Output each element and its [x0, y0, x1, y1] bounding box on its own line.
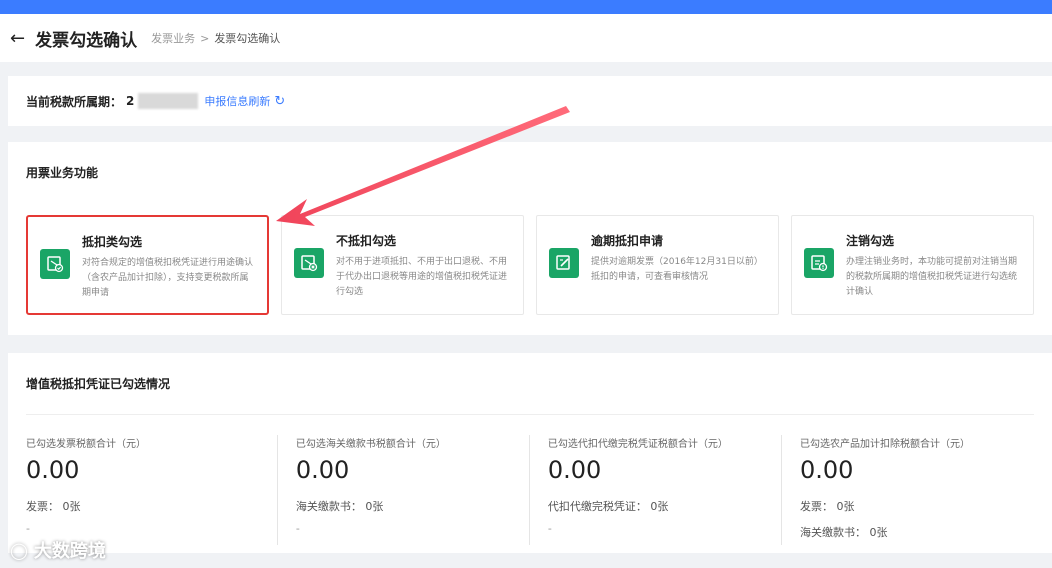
watermark-logo-icon: ◯ — [10, 540, 28, 560]
stat-count: 发票： 0张 — [799, 500, 855, 513]
card-overdue-deduction[interactable]: 逾期抵扣申请 提供对逾期发票（2016年12月31日以前）抵扣的申请，可查看审核… — [536, 215, 780, 315]
card-title: 抵扣类勾选 — [82, 235, 143, 249]
function-cards: 抵扣类勾选 对符合规定的增值税扣税凭证进行用途确认（含农产品加计扣除），支持变更… — [26, 215, 1035, 315]
watermark: ◯ 大数跨境 — [10, 537, 106, 563]
breadcrumb-item-invoice-business[interactable]: 发票业务 — [151, 30, 195, 46]
card-description: 对符合规定的增值税扣税凭证进行用途确认（含农产品加计扣除），支持变更税款所属期申… — [82, 258, 254, 298]
card-description: 办理注销业务时，本功能可提前对注销当期的税款所属期的增值税扣税凭证进行勾选统计确… — [846, 257, 1018, 297]
stat-label: 已勾选发票税额合计（元） — [26, 439, 146, 450]
card-cancellation-selection[interactable]: 注销勾选 办理注销业务时，本功能可提前对注销当期的税款所属期的增值税扣税凭证进行… — [791, 215, 1035, 315]
card-non-deductible-selection[interactable]: 不抵扣勾选 对不用于进项抵扣、不用于出口退税、不用于代办出口退税等用途的增值税扣… — [281, 215, 525, 315]
refresh-declaration-label: 申报信息刷新 — [204, 95, 271, 108]
page-header: ← 发票勾选确认 发票业务 > 发票勾选确认 — [0, 14, 1052, 62]
stat-withholding-tax: 已勾选代扣代缴完税凭证税额合计（元） 0.00 代扣代缴完税凭证： 0张 - — [530, 435, 782, 545]
selection-stats-panel: 增值税抵扣凭证已勾选情况 已勾选发票税额合计（元） 0.00 发票： 0张 - … — [8, 353, 1052, 553]
back-arrow-icon[interactable]: ← — [10, 28, 25, 49]
tax-period-panel: 当前税款所属期： 2 申报信息刷新 ↻ — [8, 76, 1052, 126]
non-deductible-icon — [294, 248, 325, 278]
card-title: 不抵扣勾选 — [336, 234, 397, 248]
stat-count: 海关缴款书： 0张 — [799, 526, 888, 539]
functions-title: 用票业务功能 — [26, 166, 99, 180]
cancel-document-icon — [804, 248, 835, 278]
edit-document-icon — [549, 248, 580, 278]
watermark-text: 大数跨境 — [33, 541, 106, 562]
stat-invoice-tax: 已勾选发票税额合计（元） 0.00 发票： 0张 - — [26, 435, 278, 545]
stat-count: 发票： 0张 — [26, 500, 81, 513]
stats-title: 增值税抵扣凭证已勾选情况 — [26, 353, 1034, 415]
stats-row: 已勾选发票税额合计（元） 0.00 发票： 0张 - 已勾选海关缴款书税额合计（… — [26, 435, 1034, 545]
stat-dash: - — [547, 522, 552, 535]
refresh-declaration-link[interactable]: 申报信息刷新 ↻ — [204, 93, 285, 109]
stat-label: 已勾选代扣代缴完税凭证税额合计（元） — [547, 439, 728, 450]
stat-customs-tax: 已勾选海关缴款书税额合计（元） 0.00 海关缴款书： 0张 - — [278, 435, 530, 545]
breadcrumb-separator: > — [200, 31, 210, 45]
deductible-check-icon — [40, 249, 70, 279]
stat-value: 0.00 — [547, 456, 602, 484]
stat-count: 海关缴款书： 0张 — [295, 500, 384, 513]
card-title: 逾期抵扣申请 — [591, 234, 664, 248]
top-bar — [0, 0, 1052, 14]
card-description: 提供对逾期发票（2016年12月31日以前）抵扣的申请，可查看审核情况 — [591, 257, 763, 282]
stat-value: 0.00 — [295, 456, 350, 484]
breadcrumb-item-current: 发票勾选确认 — [214, 32, 281, 45]
stat-value: 0.00 — [26, 456, 80, 484]
tax-period-redacted — [138, 93, 199, 109]
functions-panel: 用票业务功能 抵扣类勾选 对符合规定的增值税扣税凭证进行用途确认（含农产品加计扣… — [8, 142, 1052, 335]
stat-agricultural-tax: 已勾选农产品加计扣除税额合计（元） 0.00 发票： 0张 海关缴款书： 0张 — [782, 435, 1034, 545]
stat-value: 0.00 — [799, 456, 854, 484]
card-description: 对不用于进项抵扣、不用于出口退税、不用于代办出口退税等用途的增值税扣税凭证进行勾… — [336, 257, 508, 297]
stat-label: 已勾选农产品加计扣除税额合计（元） — [799, 439, 970, 450]
page-title: 发票勾选确认 — [35, 30, 138, 51]
card-title: 注销勾选 — [846, 234, 895, 248]
stat-count: 代扣代缴完税凭证： 0张 — [547, 500, 669, 513]
stat-dash: - — [295, 522, 300, 535]
tax-period-value: 2 — [126, 94, 135, 108]
card-deductible-selection[interactable]: 抵扣类勾选 对符合规定的增值税扣税凭证进行用途确认（含农产品加计扣除），支持变更… — [26, 215, 270, 315]
tax-period-label: 当前税款所属期： — [26, 94, 123, 109]
refresh-icon: ↻ — [274, 93, 286, 109]
stat-label: 已勾选海关缴款书税额合计（元） — [295, 439, 446, 450]
stat-dash: - — [26, 522, 30, 535]
